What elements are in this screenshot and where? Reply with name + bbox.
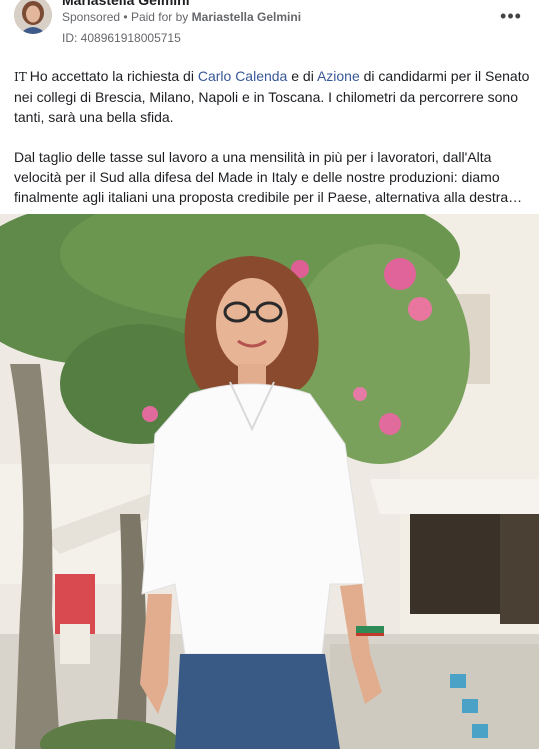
post-paragraph-1: IT Ho accettato la richiesta di Carlo Cal… xyxy=(14,66,530,127)
more-horizontal-icon: ••• xyxy=(500,5,522,26)
paid-for-prefix: Paid for by xyxy=(130,10,189,24)
ad-card: Mariastella Gelmini Sponsored • Paid for… xyxy=(0,0,539,749)
ad-id: ID: 408961918005715 xyxy=(62,31,181,45)
paragraph-text: e di xyxy=(287,68,317,84)
more-options-button[interactable]: ••• xyxy=(497,4,525,28)
language-tag: IT xyxy=(14,70,27,84)
meta-separator: • xyxy=(123,10,128,24)
post-text: IT Ho accettato la richiesta di Carlo Cal… xyxy=(14,66,530,227)
sponsored-meta: Sponsored • Paid for by Mariastella Gelm… xyxy=(62,10,301,24)
post-paragraph-2: Dal taglio delle tasse sul lavoro a una … xyxy=(14,149,523,205)
ad-image[interactable] xyxy=(0,214,539,749)
paid-for-name: Mariastella Gelmini xyxy=(191,10,302,24)
paragraph-text: Ho accettato la richiesta di xyxy=(29,68,198,84)
sponsored-label: Sponsored xyxy=(62,10,121,24)
advertiser-name[interactable]: Mariastella Gelmini xyxy=(62,0,190,8)
carlo-calenda-link[interactable]: Carlo Calenda xyxy=(198,68,288,84)
azione-link[interactable]: Azione xyxy=(317,68,360,84)
avatar[interactable] xyxy=(14,0,52,34)
